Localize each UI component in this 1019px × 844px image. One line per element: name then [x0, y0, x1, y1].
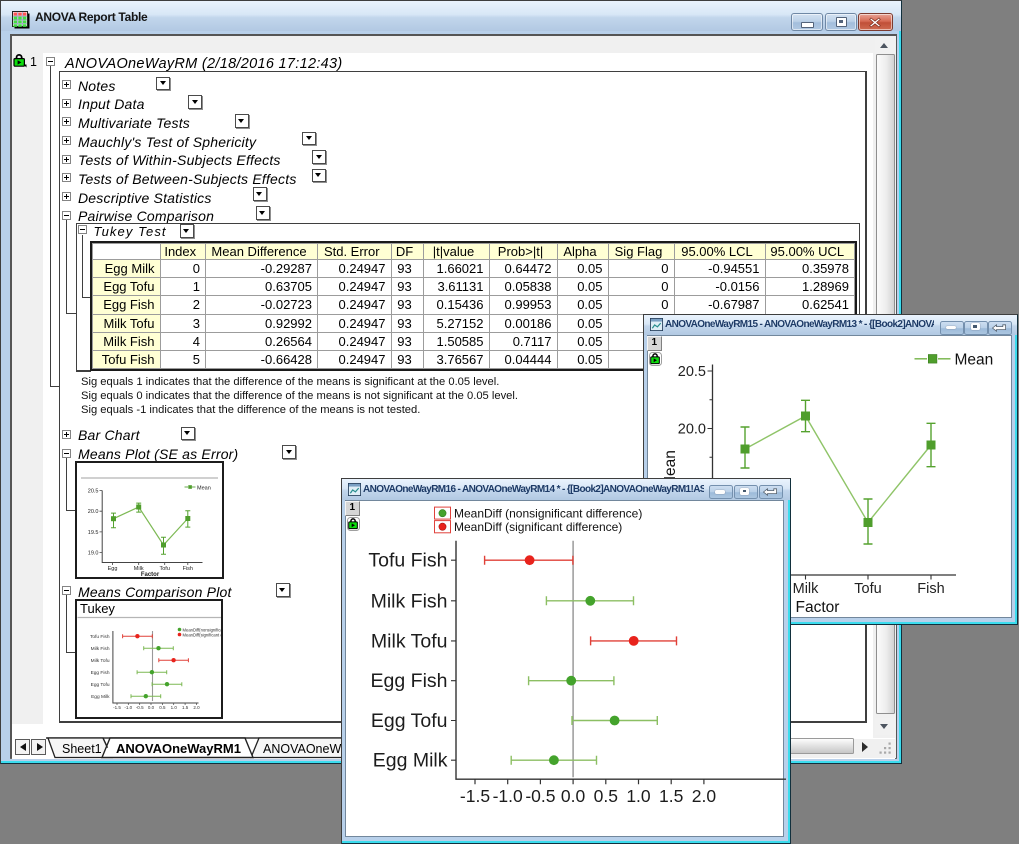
svg-text:MeanDiff (nonsignificant diffe: MeanDiff (nonsignificant difference) — [454, 506, 642, 520]
svg-text:0.0: 0.0 — [561, 786, 586, 806]
svg-text:Egg Milk: Egg Milk — [91, 694, 110, 700]
svg-text:Fish: Fish — [182, 566, 192, 572]
svg-text:20.5: 20.5 — [87, 488, 98, 494]
svg-text:Milk Tofu: Milk Tofu — [371, 630, 448, 652]
svg-text:20.5: 20.5 — [678, 364, 706, 380]
svg-text:2.0: 2.0 — [193, 705, 200, 710]
svg-text:-0.5: -0.5 — [135, 705, 143, 710]
svg-text:1.5: 1.5 — [659, 786, 683, 806]
svg-text:1.0: 1.0 — [626, 786, 651, 806]
svg-text:Milk: Milk — [793, 581, 820, 597]
svg-text:0.5: 0.5 — [159, 705, 166, 710]
svg-text:Mean: Mean — [197, 485, 211, 491]
svg-text:1.5: 1.5 — [181, 705, 188, 710]
svg-text:Tofu: Tofu — [159, 566, 169, 572]
svg-text:Egg: Egg — [107, 566, 117, 572]
svg-text:Egg Fish: Egg Fish — [90, 670, 109, 676]
svg-text:-0.5: -0.5 — [525, 786, 555, 806]
svg-text:Egg Tofu: Egg Tofu — [371, 710, 448, 732]
svg-text:20.0: 20.0 — [87, 509, 98, 515]
svg-text:Egg Milk: Egg Milk — [373, 749, 448, 771]
svg-text:-1.0: -1.0 — [124, 705, 132, 710]
svg-text:Fish: Fish — [917, 581, 944, 597]
svg-text:19.5: 19.5 — [87, 529, 98, 535]
svg-text:Milk Fish: Milk Fish — [90, 646, 109, 652]
svg-text:MeanDiff (significant differen: MeanDiff (significant difference) — [454, 520, 622, 534]
svg-text:ANOVAOneWayRM1: ANOVAOneWayRM1 — [116, 741, 241, 756]
svg-text:Tukey: Tukey — [80, 601, 115, 616]
svg-text:Milk Fish: Milk Fish — [371, 590, 448, 612]
svg-text:2.0: 2.0 — [692, 786, 717, 806]
svg-text:Egg Fish: Egg Fish — [371, 670, 448, 692]
svg-text:Mean: Mean — [955, 351, 994, 368]
svg-text:1.0: 1.0 — [170, 705, 177, 710]
svg-text:-1.5: -1.5 — [113, 705, 121, 710]
svg-text:Factor: Factor — [140, 572, 159, 578]
svg-text:MeanDiff(significant diff: MeanDiff(significant diff — [182, 633, 223, 638]
svg-text:Egg Tofu: Egg Tofu — [90, 682, 109, 688]
svg-text:Tofu Fish: Tofu Fish — [90, 634, 110, 640]
svg-text:Sheet1: Sheet1 — [62, 742, 102, 756]
svg-text:Factor: Factor — [796, 599, 840, 616]
svg-text:-1.0: -1.0 — [493, 786, 523, 806]
svg-text:Milk Tofu: Milk Tofu — [90, 658, 109, 664]
svg-text:0.0: 0.0 — [147, 705, 154, 710]
svg-text:Tofu: Tofu — [854, 581, 881, 597]
svg-text:20.0: 20.0 — [678, 421, 706, 437]
svg-text:-1.5: -1.5 — [460, 786, 490, 806]
svg-text:0.5: 0.5 — [594, 786, 618, 806]
svg-text:19.0: 19.0 — [87, 550, 98, 556]
svg-text:Tofu Fish: Tofu Fish — [368, 549, 447, 571]
